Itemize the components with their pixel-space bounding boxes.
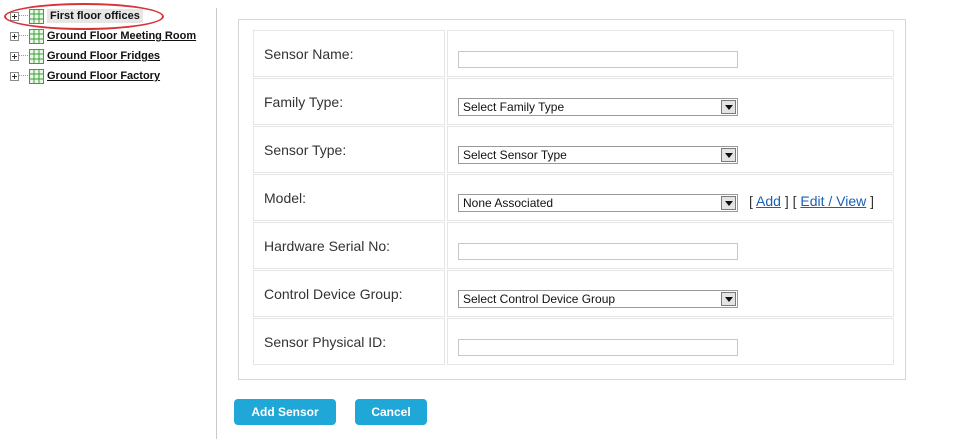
sensor-type-select[interactable]: Select Sensor Type xyxy=(458,146,738,164)
hardware-serial-input[interactable] xyxy=(458,243,738,260)
control-device-group-label: Control Device Group: xyxy=(253,270,445,317)
expand-icon[interactable] xyxy=(10,31,19,41)
form-row-family-type: Family Type: Select Family Type xyxy=(253,78,894,126)
tree-item-first-floor-offices[interactable]: First floor offices xyxy=(10,7,143,25)
tree-connector xyxy=(19,15,28,17)
control-device-group-cell: Select Control Device Group xyxy=(447,270,894,317)
sensor-name-input[interactable] xyxy=(458,51,738,68)
expand-icon[interactable] xyxy=(10,51,19,61)
tree-item-label[interactable]: Ground Floor Fridges xyxy=(47,49,160,63)
form-row-sensor-physical-id: Sensor Physical ID: xyxy=(253,318,894,366)
form-row-hardware-serial: Hardware Serial No: xyxy=(253,222,894,270)
add-sensor-button[interactable]: Add Sensor xyxy=(234,399,336,425)
tree-item-ground-floor-meeting-room[interactable]: Ground Floor Meeting Room xyxy=(10,27,196,45)
sensor-type-cell: Select Sensor Type xyxy=(447,126,894,173)
family-type-select[interactable]: Select Family Type xyxy=(458,98,738,116)
chevron-down-icon[interactable] xyxy=(721,196,736,210)
sensor-physical-id-input[interactable] xyxy=(458,339,738,356)
sensor-physical-id-cell xyxy=(447,318,894,365)
grid-icon xyxy=(29,48,44,64)
grid-icon xyxy=(29,68,44,84)
grid-icon xyxy=(29,28,44,44)
sensor-type-label: Sensor Type: xyxy=(253,126,445,173)
family-type-selected-value: Select Family Type xyxy=(463,100,565,114)
chevron-down-icon[interactable] xyxy=(721,100,736,114)
expand-icon[interactable] xyxy=(10,11,19,21)
model-label: Model: xyxy=(253,174,445,221)
location-tree: First floor offices Ground Floor Meeting… xyxy=(0,0,216,439)
control-device-group-selected-value: Select Control Device Group xyxy=(463,292,616,306)
chevron-down-icon[interactable] xyxy=(721,292,736,306)
cancel-button[interactable]: Cancel xyxy=(355,399,427,425)
tree-connector xyxy=(19,35,28,37)
model-selected-value: None Associated xyxy=(463,196,554,210)
edit-view-model-link[interactable]: Edit / View xyxy=(800,193,866,209)
tree-item-ground-floor-factory[interactable]: Ground Floor Factory xyxy=(10,67,160,85)
expand-icon[interactable] xyxy=(10,71,19,81)
form-row-sensor-type: Sensor Type: Select Sensor Type xyxy=(253,126,894,174)
hardware-serial-label: Hardware Serial No: xyxy=(253,222,445,269)
hardware-serial-cell xyxy=(447,222,894,269)
tree-item-label[interactable]: First floor offices xyxy=(47,9,143,23)
tree-connector xyxy=(19,55,28,57)
form-row-model: Model: None Associated [ Add ] [ Edit / … xyxy=(253,174,894,222)
sensor-type-selected-value: Select Sensor Type xyxy=(463,148,567,162)
tree-item-label[interactable]: Ground Floor Factory xyxy=(47,69,160,83)
sensor-physical-id-label: Sensor Physical ID: xyxy=(253,318,445,365)
family-type-cell: Select Family Type xyxy=(447,78,894,125)
tree-connector xyxy=(19,75,28,77)
model-links: [ Add ] [ Edit / View ] xyxy=(749,193,875,209)
add-sensor-form: Sensor Name: Family Type: Select Family … xyxy=(238,19,906,380)
control-device-group-select[interactable]: Select Control Device Group xyxy=(458,290,738,308)
chevron-down-icon[interactable] xyxy=(721,148,736,162)
tree-item-label[interactable]: Ground Floor Meeting Room xyxy=(47,29,196,43)
form-row-sensor-name: Sensor Name: xyxy=(253,30,894,78)
add-model-link[interactable]: Add xyxy=(756,193,781,209)
model-cell: None Associated [ Add ] [ Edit / View ] xyxy=(447,174,894,221)
sensor-name-cell xyxy=(447,30,894,77)
sensor-name-label: Sensor Name: xyxy=(253,30,445,77)
model-select[interactable]: None Associated xyxy=(458,194,738,212)
pane-divider xyxy=(216,8,217,439)
grid-icon xyxy=(29,8,44,24)
form-row-control-device-group: Control Device Group: Select Control Dev… xyxy=(253,270,894,318)
family-type-label: Family Type: xyxy=(253,78,445,125)
tree-item-ground-floor-fridges[interactable]: Ground Floor Fridges xyxy=(10,47,160,65)
